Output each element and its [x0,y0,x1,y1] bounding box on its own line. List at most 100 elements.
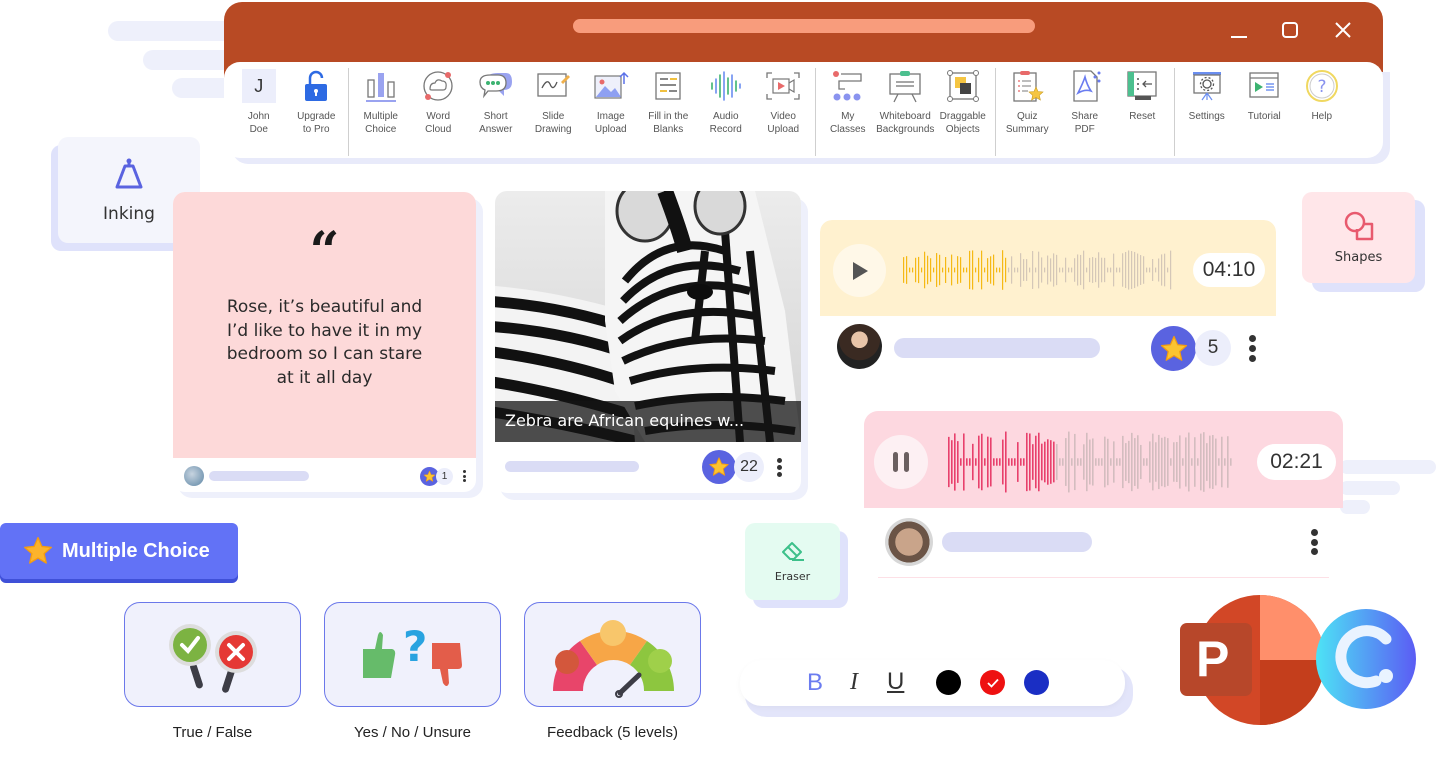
image-card[interactable]: Zebra are African equines w... 22 [495,191,801,493]
waveform-bar [993,458,995,466]
quote-mark-icon: “ [309,221,340,282]
waveform-bar [1008,458,1010,466]
waveform-bar [1104,436,1106,488]
waveform-bar [981,250,983,290]
waveform-bar [1203,432,1205,492]
ribbon-button-word-cloud[interactable]: Word Cloud [410,68,468,136]
quote-card[interactable]: “ Rose, it’s beautiful and I’d like to h… [173,192,476,492]
ribbon-separator [348,68,349,156]
ribbon-button-fill-blanks[interactable]: Fill in the Blanks [640,68,698,136]
more-options-button[interactable] [461,470,467,482]
waveform-bar [984,458,986,466]
waveform-bar [1188,432,1190,492]
color-black[interactable] [936,670,961,695]
ribbon-button-reset[interactable]: Reset [1114,68,1172,123]
audio-waveform[interactable] [903,250,1175,290]
star-button[interactable] [1151,326,1196,371]
waveform-bar [987,258,989,282]
option-yes-no-unsure[interactable]: ? [324,602,501,707]
student-name-placeholder [209,471,309,481]
ribbon-button-multiple-choice[interactable]: Multiple Choice [352,68,410,136]
multiple-choice-badge[interactable]: Multiple Choice [0,523,238,579]
ribbon-button-settings[interactable]: Settings [1178,68,1236,123]
option-feedback[interactable] [524,602,701,707]
ribbon-button-tutorial[interactable]: Tutorial [1236,68,1294,123]
waveform-bar [1038,432,1040,492]
waveform-bar [1077,458,1079,466]
waveform-bar [957,256,959,284]
ribbon-button-draggable-objects[interactable]: Draggable Objects [934,68,992,136]
ribbon-button-whiteboard-backgrounds[interactable]: Whiteboard Backgrounds [876,68,934,136]
ribbon-separator [815,68,816,156]
classes-icon [830,68,866,104]
ribbon-button-quiz-summary[interactable]: Quiz Summary [999,68,1057,136]
ribbon-button-short-answer[interactable]: Short Answer [467,68,525,136]
minimize-button[interactable] [1224,16,1254,44]
student-name-placeholder [942,532,1092,552]
ribbon-toolbar: J John Doe Upgrade to Pro Multiple Choice… [224,62,1383,158]
play-button[interactable] [833,244,886,297]
star-button[interactable] [702,450,736,484]
waveform-bar [1089,439,1091,485]
audio-footer-2 [878,508,1329,578]
waveform-bar [1062,267,1064,273]
waveform-bar [1095,257,1097,283]
waveform-bar [951,440,953,484]
waveform-bar [1089,257,1091,283]
waveform-bar [1191,458,1193,466]
video-upload-icon [765,68,801,104]
more-options-button[interactable] [776,458,782,477]
eraser-tool[interactable]: Eraser [745,523,840,600]
waveform-bar [1125,443,1127,481]
waveform-bar [1074,258,1076,282]
audio-player-2: 02:21 [864,411,1343,508]
waveform-bar [954,267,956,273]
eraser-label: Eraser [774,570,811,583]
maximize-button[interactable] [1275,16,1305,44]
classpoint-logo [1316,607,1417,711]
waveform-bar [1158,434,1160,490]
waveform-bar [1167,267,1169,273]
color-blue[interactable] [1024,670,1049,695]
italic-button[interactable]: I [850,669,858,696]
shapes-tool[interactable]: Shapes [1302,192,1415,283]
image-caption: Zebra are African equines w... [505,411,745,430]
waveform-bar [1209,435,1211,489]
waveform-bar [1230,458,1232,466]
bold-button[interactable]: B [807,669,823,697]
ribbon-button-my-classes[interactable]: My Classes [819,68,877,136]
waveform-bar [1002,439,1004,485]
eraser-icon [781,542,804,561]
more-options-button[interactable] [1249,335,1256,362]
option-true-false[interactable] [124,602,301,707]
color-red[interactable] [980,670,1005,695]
audio-card-2[interactable]: 02:21 [864,411,1343,581]
more-options-button[interactable] [1311,529,1318,555]
ribbon-button-slide-drawing[interactable]: Slide Drawing [525,68,583,136]
audio-card-1[interactable]: 04:10 5 [820,220,1276,390]
ribbon-button-help[interactable]: ? Help [1293,68,1351,123]
close-button[interactable] [1328,16,1358,44]
audio-waveform[interactable] [948,431,1234,493]
waveform-bar [975,458,977,466]
ribbon-button-share-pdf[interactable]: Share PDF [1056,68,1114,136]
ribbon-button-video-upload[interactable]: Video Upload [755,68,813,136]
inking-pen-icon [115,158,143,189]
ribbon-separator [994,68,996,156]
pdf-icon [1067,68,1103,104]
waveform-bar [1101,257,1103,283]
ribbon-button-image-upload[interactable]: Image Upload [582,68,640,136]
pause-button[interactable] [874,435,928,489]
underline-button[interactable]: U [887,668,904,696]
waveform-bar [1167,438,1169,486]
true-false-icon [169,624,257,693]
waveform-bar [996,267,998,273]
feedback-gauge-icon [553,620,674,698]
ribbon-button-audio-record[interactable]: Audio Record [697,68,755,136]
waveform-bar [1047,255,1049,285]
ribbon-button-upgrade[interactable]: Upgrade to Pro [288,68,346,136]
ribbon-user[interactable]: J John Doe [230,68,288,136]
waveform-bar [1158,258,1160,282]
waveform-bar [960,257,962,283]
waveform-bar [1011,256,1013,284]
